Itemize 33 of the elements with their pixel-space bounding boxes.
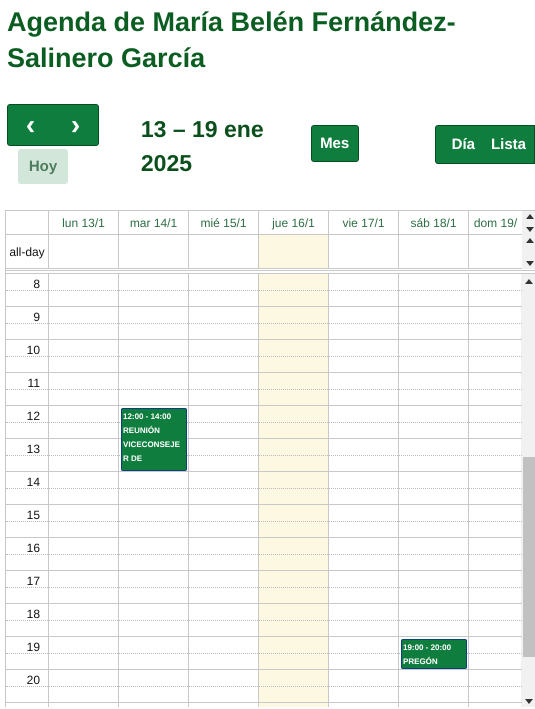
hour-label: 20: [26, 673, 40, 687]
date-range-title: 13 – 19 ene 2025: [140, 115, 265, 178]
view-button[interactable]: Lista: [482, 126, 534, 163]
hour-label: 13: [26, 442, 40, 456]
hour-label: 18: [26, 607, 40, 621]
scrollbar[interactable]: [522, 235, 535, 269]
calendar-event[interactable]: 12:00 - 14:00 REUNIÓN VICECONSEJER DE: [121, 408, 187, 471]
day-header: dom 19/: [474, 216, 518, 230]
day-header: mié 15/1: [200, 216, 247, 230]
hour-label: 15: [26, 508, 40, 522]
hour-label: 8: [33, 277, 40, 291]
hour-label: 11: [28, 376, 40, 390]
hour-label: 17: [26, 574, 40, 588]
hour-label: 10: [26, 343, 40, 357]
scrollbar[interactable]: [521, 274, 535, 707]
calendar-event[interactable]: 19:00 - 20:00 PREGÓN: [401, 639, 467, 669]
hour-label: 19: [26, 640, 40, 654]
day-header: jue 16/1: [272, 216, 315, 230]
day-header: lun 13/1: [62, 216, 105, 230]
view-button[interactable]: Día: [444, 126, 483, 163]
hour-label: 16: [26, 541, 40, 555]
all-day-label: all-day: [9, 244, 45, 258]
page-title: Agenda de María Belén Fernández-Salinero García: [6, 6, 457, 75]
scrollbar[interactable]: [522, 211, 535, 235]
day-header: vie 17/1: [342, 216, 385, 230]
month-button[interactable]: Mes: [310, 125, 359, 162]
next-button[interactable]: ›: [53, 105, 98, 145]
hour-label: 12: [26, 409, 40, 423]
day-header: sáb 18/1: [410, 216, 457, 230]
day-header: mar 14/1: [130, 216, 178, 230]
hour-label: 14: [26, 475, 40, 489]
hour-label: 9: [33, 310, 40, 324]
previous-button[interactable]: ‹: [8, 105, 53, 145]
